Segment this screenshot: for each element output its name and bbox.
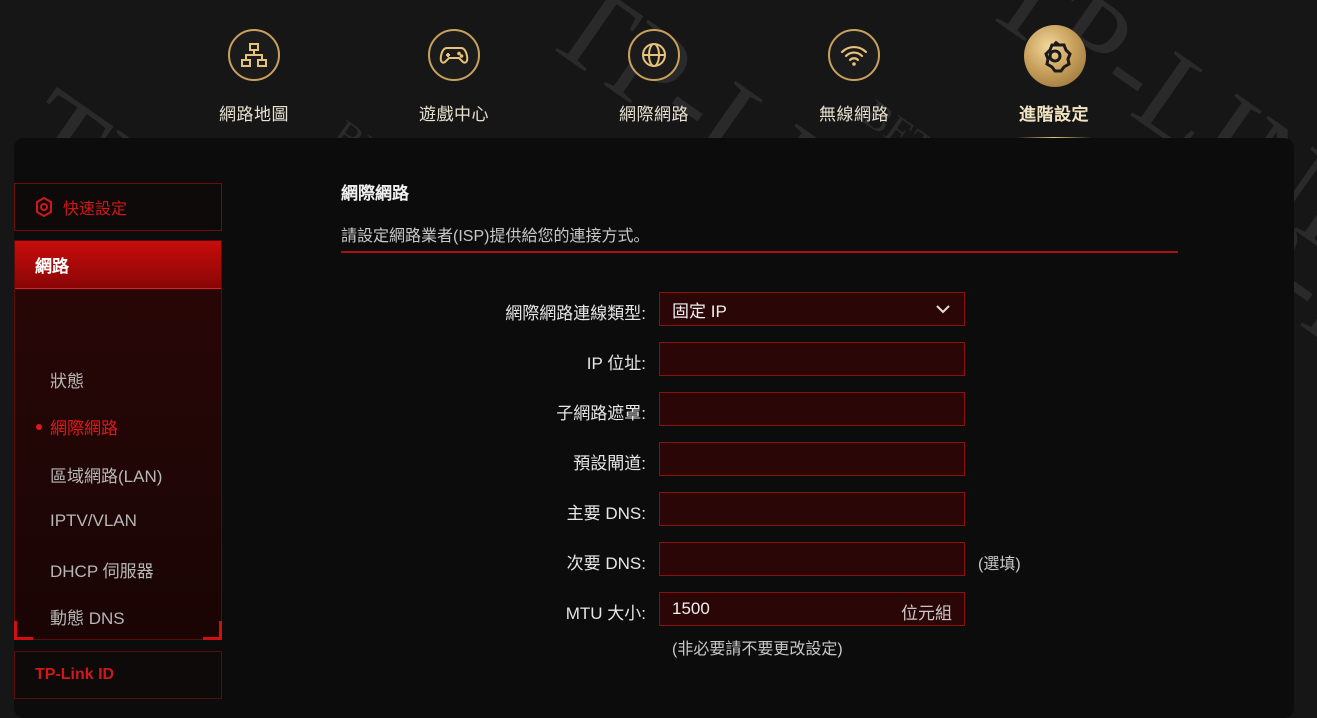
wifi-icon (828, 29, 880, 81)
mtu-hint: (非必要請不要更改設定) (672, 641, 843, 658)
form-row-connection-type: 網際網路連線類型: 固定 IP (340, 292, 1100, 326)
nav-label: 網路地圖 (219, 105, 289, 124)
page-title: 網際網路 (341, 184, 409, 203)
default-gateway-label: 預設閘道: (573, 454, 646, 473)
gamepad-icon (428, 29, 480, 81)
sidebar-item-status[interactable]: 狀態 (15, 361, 221, 397)
sidebar-group-network: 網路 狀態 網際網路 區域網路(LAN) IPTV/VLAN DHCP 伺服器 … (14, 240, 222, 676)
mtu-unit-label: 位元組 (901, 604, 952, 623)
form-row-primary-dns: 主要 DNS: (340, 492, 1100, 526)
primary-dns-input[interactable] (659, 492, 965, 526)
gear-icon (1024, 25, 1086, 87)
corner-accent (14, 621, 33, 640)
sidebar-item-ddns[interactable]: 動態 DNS (15, 598, 221, 634)
title-divider (341, 251, 1178, 253)
nav-network-map[interactable]: 網路地圖 (192, 0, 322, 140)
ip-address-input[interactable] (659, 342, 965, 376)
connection-type-select[interactable]: 固定 IP (659, 292, 965, 326)
mtu-size-label: MTU 大小: (565, 604, 646, 623)
page-description: 請設定網路業者(ISP)提供給您的連接方式。 (341, 228, 650, 245)
sidebar-item-iptv-vlan[interactable]: IPTV/VLAN (15, 503, 221, 539)
subnet-mask-label: 子網路遮罩: (556, 404, 646, 423)
mtu-field-wrapper: 位元組 (659, 592, 965, 626)
sidebar-group-header[interactable]: 網路 (15, 241, 221, 289)
secondary-dns-label: 次要 DNS: (566, 554, 646, 573)
nav-label: 遊戲中心 (419, 105, 489, 124)
chevron-down-icon (936, 305, 950, 314)
ip-address-label: IP 位址: (586, 354, 646, 373)
secondary-dns-input[interactable] (659, 542, 965, 576)
nav-label: 無線網路 (819, 105, 889, 124)
sidebar-item-dhcp-server[interactable]: DHCP 伺服器 (15, 551, 221, 587)
form-row-gateway: 預設閘道: (340, 442, 1100, 476)
form-row-ip: IP 位址: (340, 342, 1100, 376)
network-map-icon (228, 29, 280, 81)
sidebar-item-lan[interactable]: 區域網路(LAN) (15, 456, 221, 492)
nav-label: 進階設定 (1019, 105, 1089, 124)
nav-label: 網際網路 (619, 105, 689, 124)
top-navigation: 網路地圖 遊戲中心 網際網路 無線網路 進階設定 (0, 0, 1317, 145)
nav-internet[interactable]: 網際網路 (592, 0, 722, 140)
sidebar-quick-setup-label: 快速設定 (63, 201, 128, 218)
sidebar-tplink-id[interactable]: TP-Link ID (14, 651, 222, 699)
sidebar-quick-setup[interactable]: 快速設定 (14, 183, 222, 231)
optional-note: (選填) (978, 556, 1021, 573)
primary-dns-label: 主要 DNS: (566, 504, 646, 523)
nav-game-center[interactable]: 遊戲中心 (392, 0, 522, 140)
quick-setup-icon (36, 196, 52, 218)
default-gateway-input[interactable] (659, 442, 965, 476)
form-row-secondary-dns: 次要 DNS: (選填) (340, 542, 1100, 576)
sidebar-item-internet[interactable]: 網際網路 (15, 408, 221, 444)
form-row-subnet: 子網路遮罩: (340, 392, 1100, 426)
globe-icon (628, 29, 680, 81)
form-row-mtu: MTU 大小: 位元組 (340, 592, 1100, 626)
nav-wireless[interactable]: 無線網路 (792, 0, 922, 140)
connection-type-value: 固定 IP (672, 301, 727, 321)
connection-type-label: 網際網路連線類型: (505, 304, 646, 323)
nav-advanced[interactable]: 進階設定 (992, 0, 1122, 140)
subnet-mask-input[interactable] (659, 392, 965, 426)
corner-accent (203, 621, 222, 640)
